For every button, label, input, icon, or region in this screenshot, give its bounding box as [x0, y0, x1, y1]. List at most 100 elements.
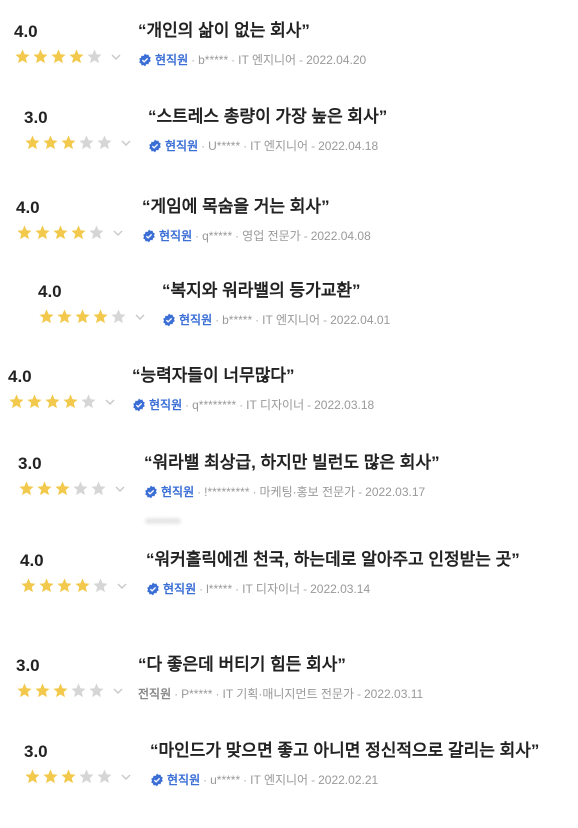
star-rating-toggle[interactable]	[16, 682, 146, 699]
meta-separator: ·	[203, 773, 208, 787]
review-title[interactable]: “개인의 삶이 없는 회사”	[138, 20, 310, 42]
rating-score: 3.0	[16, 656, 40, 675]
verified-badge-icon	[138, 53, 152, 67]
review-date: 2022.03.14	[310, 582, 371, 596]
review-date: 2022.04.01	[330, 313, 391, 327]
employment-status: 현직원	[159, 229, 193, 243]
star-rating-toggle[interactable]	[16, 224, 146, 241]
star-filled-icon	[42, 134, 59, 151]
star-filled-icon	[52, 682, 69, 699]
verified-badge-icon	[132, 398, 146, 412]
chevron-down-icon[interactable]	[114, 483, 126, 495]
star-filled-icon	[26, 393, 43, 410]
star-filled-icon	[24, 134, 41, 151]
reviewer-role: 마케팅·홍보 전문가	[259, 485, 356, 499]
star-empty-icon	[96, 134, 113, 151]
review-title[interactable]: “워라밸 최상급, 하지만 빌런도 많은 회사”	[144, 452, 440, 474]
review-meta: 현직원 · l***** · IT 디자이너 -2022.03.14	[146, 581, 370, 597]
rating-score: 4.0	[14, 22, 38, 41]
chevron-down-icon[interactable]	[120, 137, 132, 149]
chevron-down-icon[interactable]	[104, 396, 116, 408]
meta-dash: -	[303, 582, 308, 596]
meta-dash: -	[357, 687, 361, 701]
review-title[interactable]: “스트레스 총량이 가장 높은 회사”	[148, 106, 387, 128]
meta-separator: ·	[239, 398, 244, 412]
star-filled-icon	[36, 480, 53, 497]
chevron-down-icon[interactable]	[134, 311, 146, 323]
reviewer-role: IT 기획·매니지먼트 전문가	[222, 687, 354, 701]
employment-status: 현직원	[155, 53, 189, 67]
review-date: 2022.04.18	[318, 139, 379, 153]
meta-dash: -	[323, 313, 328, 327]
star-rating-toggle[interactable]	[38, 308, 168, 325]
meta-dash: -	[311, 139, 316, 153]
star-empty-icon	[88, 224, 105, 241]
reviewer-id: !*********	[204, 485, 250, 499]
star-empty-icon	[72, 480, 89, 497]
review-meta: 전직원 · P***** · IT 기획·매니지먼트 전문가 -2022.03.11	[138, 686, 423, 702]
review-date: 2022.04.20	[306, 53, 367, 67]
chevron-down-icon[interactable]	[112, 685, 124, 697]
review-title[interactable]: “마인드가 맞으면 좋고 아니면 정신적으로 갈리는 회사”	[150, 740, 539, 762]
rating-block: 3.0	[18, 454, 148, 497]
verified-badge-icon	[162, 313, 176, 327]
chevron-down-icon[interactable]	[112, 227, 124, 239]
rating-score: 4.0	[8, 367, 32, 386]
meta-separator: ·	[199, 582, 204, 596]
star-rating-toggle[interactable]	[14, 48, 144, 65]
star-empty-icon	[90, 480, 107, 497]
star-rating-toggle[interactable]	[8, 393, 138, 410]
star-filled-icon	[34, 682, 51, 699]
meta-dash: -	[358, 485, 363, 499]
star-filled-icon	[16, 224, 33, 241]
employment-status: 현직원	[161, 485, 195, 499]
review-date: 2022.03.17	[365, 485, 426, 499]
meta-separator: ·	[252, 485, 257, 499]
chevron-down-icon[interactable]	[120, 771, 132, 783]
star-filled-icon	[54, 480, 71, 497]
chevron-down-icon[interactable]	[110, 51, 122, 63]
review-title[interactable]: “복지와 워라밸의 등가교환”	[162, 280, 361, 302]
reviewer-role: IT 엔지니어	[250, 773, 309, 787]
reviewer-role: IT 디자이너	[242, 582, 301, 596]
review-title[interactable]: “게임에 목숨을 거는 회사”	[142, 196, 330, 218]
star-filled-icon	[32, 48, 49, 65]
star-filled-icon	[60, 134, 77, 151]
reviewer-role: 영업 전문가	[242, 229, 301, 243]
reviewer-id: q*****	[202, 229, 233, 243]
star-filled-icon	[52, 224, 69, 241]
verified-badge-icon	[144, 485, 158, 499]
rating-block: 4.0	[8, 367, 138, 410]
review-title[interactable]: “워커홀릭에겐 천국, 하는데로 알아주고 인정받는 곳”	[146, 549, 520, 571]
rating-block: 3.0	[24, 742, 154, 785]
star-empty-icon	[78, 768, 95, 785]
meta-separator: ·	[255, 313, 260, 327]
review-date: 2022.04.08	[310, 229, 371, 243]
star-filled-icon	[18, 480, 35, 497]
star-filled-icon	[74, 577, 91, 594]
rating-block: 3.0	[16, 656, 146, 699]
star-empty-icon	[80, 393, 97, 410]
rating-score: 4.0	[20, 551, 44, 570]
meta-separator: ·	[235, 582, 240, 596]
review-title[interactable]: “능력자들이 너무많다”	[132, 365, 294, 387]
star-empty-icon	[88, 682, 105, 699]
star-rating-toggle[interactable]	[18, 480, 148, 497]
star-rating-toggle[interactable]	[24, 134, 154, 151]
review-title[interactable]: “다 좋은데 버티기 힘든 회사”	[138, 654, 346, 676]
chevron-down-icon[interactable]	[116, 580, 128, 592]
star-filled-icon	[56, 577, 73, 594]
meta-separator: ·	[191, 53, 196, 67]
star-filled-icon	[34, 224, 51, 241]
star-empty-icon	[110, 308, 127, 325]
star-rating-toggle[interactable]	[24, 768, 154, 785]
star-filled-icon	[24, 768, 41, 785]
rating-block: 4.0	[38, 282, 168, 325]
reviewer-id: P*****	[181, 687, 213, 701]
rating-score: 4.0	[38, 282, 62, 301]
star-empty-icon	[96, 768, 113, 785]
meta-separator: ·	[195, 229, 200, 243]
star-rating-toggle[interactable]	[20, 577, 150, 594]
rating-block: 4.0	[14, 22, 144, 65]
review-meta: 현직원 · b***** · IT 엔지니어 -2022.04.20	[138, 52, 366, 68]
